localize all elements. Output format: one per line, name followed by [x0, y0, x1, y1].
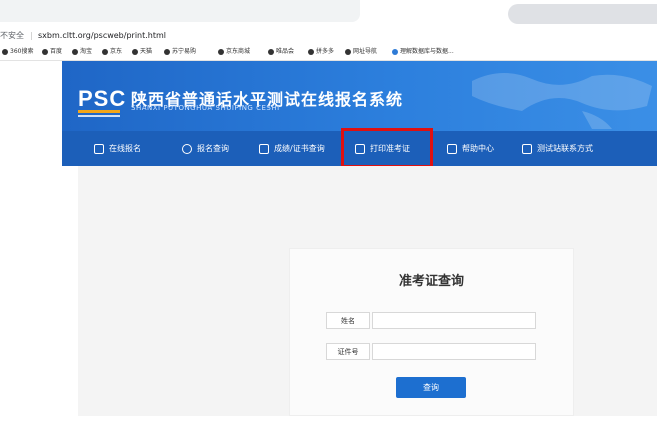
- address-separator: |: [30, 31, 33, 40]
- bookmark-icon: [72, 48, 78, 55]
- bookmark-icon: [218, 48, 224, 55]
- certificate-search-icon: [259, 143, 269, 154]
- bookmark-item[interactable]: 京东商城: [218, 47, 250, 57]
- logo-underline-secondary: [78, 115, 120, 117]
- star-icon: [392, 48, 398, 55]
- browser-tab-area: [0, 0, 360, 22]
- id-number-label: 证件号: [326, 343, 370, 360]
- browser-tab[interactable]: [508, 4, 657, 24]
- psc-logo[interactable]: PSC: [78, 86, 126, 112]
- bookmark-icon: [164, 48, 170, 55]
- contact-icon: [522, 143, 532, 154]
- bookmark-item[interactable]: 苏宁易购: [164, 47, 196, 57]
- insecure-label: 不安全: [0, 31, 24, 40]
- bookmark-item[interactable]: 拼多多: [308, 47, 334, 57]
- bookmark-item[interactable]: 京东: [102, 47, 122, 57]
- nav-item-score-certificate-query[interactable]: 成绩/证书查询: [259, 133, 325, 164]
- site-subtitle: SHANXI PUTONGHUA SHUIPING CESHI: [131, 104, 280, 112]
- bookmark-icon: [132, 48, 138, 55]
- edit-icon: [94, 143, 104, 154]
- url-text[interactable]: sxbm.cltt.org/pscweb/print.html: [38, 28, 166, 44]
- bookmark-item[interactable]: 理解数据库与数据...: [392, 47, 454, 57]
- search-icon: [182, 143, 192, 154]
- bookmark-item[interactable]: 唯品会: [268, 47, 294, 57]
- bookmark-icon: [268, 48, 274, 55]
- name-input[interactable]: [372, 312, 536, 329]
- footer-area: [0, 416, 657, 435]
- bookmark-item[interactable]: 360搜索: [2, 47, 33, 57]
- bookmark-icon: [2, 48, 8, 55]
- address-bar[interactable]: 不安全 | sxbm.cltt.org/pscweb/print.html: [0, 28, 657, 44]
- bookmark-icon: [345, 48, 351, 55]
- bookmark-item[interactable]: 百度: [42, 47, 62, 57]
- help-icon: [447, 143, 457, 154]
- bookmark-item[interactable]: 网址导航: [345, 47, 377, 57]
- bookmark-item[interactable]: 淘宝: [72, 47, 92, 57]
- query-button[interactable]: 查询: [396, 377, 466, 398]
- annotation-highlight-box: [341, 128, 433, 168]
- nav-item-test-center-contact[interactable]: 测试站联系方式: [522, 133, 593, 164]
- nav-item-online-registration[interactable]: 在线报名: [94, 133, 141, 164]
- nav-item-help-center[interactable]: 帮助中心: [447, 133, 494, 164]
- world-map-decoration: [472, 72, 652, 129]
- bookmark-icon: [102, 48, 108, 55]
- bookmark-item[interactable]: 天猫: [132, 47, 152, 57]
- name-label: 姓名: [326, 312, 370, 329]
- left-margin: [0, 166, 62, 435]
- query-card-title: 准考证查询: [398, 274, 464, 289]
- bookmarks-bar: 360搜索 百度 淘宝 京东 天猫 苏宁易购 京东商城 唯品会 拼多多 网址导航…: [0, 44, 657, 61]
- logo-underline: [78, 110, 120, 113]
- nav-item-registration-query[interactable]: 报名查询: [182, 133, 229, 164]
- id-number-input[interactable]: [372, 343, 536, 360]
- bookmark-icon: [308, 48, 314, 55]
- bookmark-icon: [42, 48, 48, 55]
